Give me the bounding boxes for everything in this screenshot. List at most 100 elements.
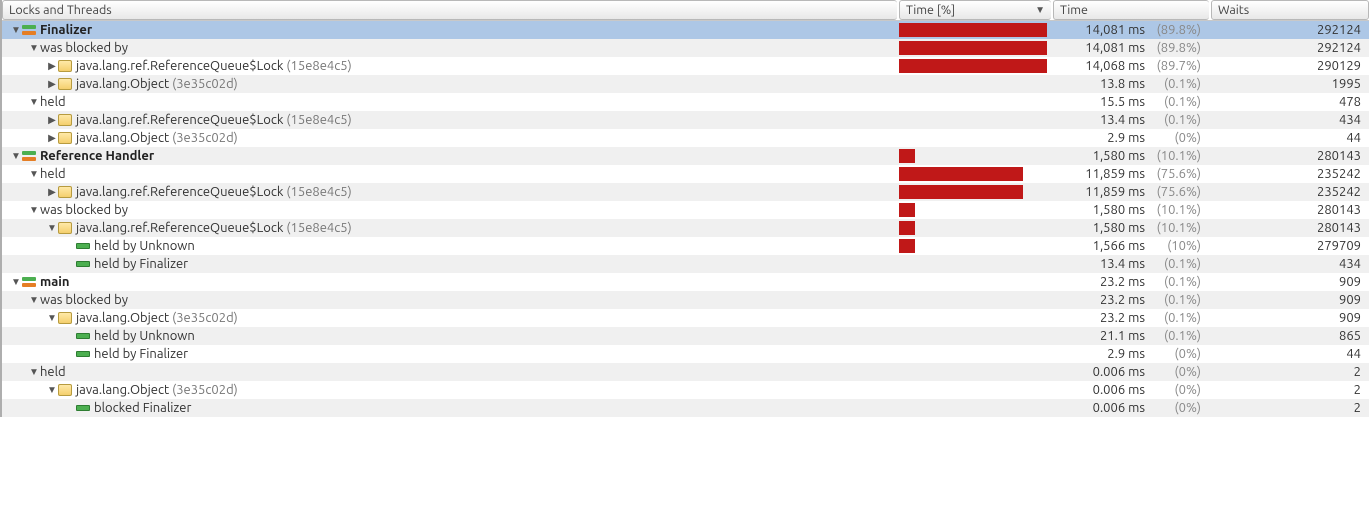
- table-row[interactable]: ▼Finalizer14,081 ms(89.8%)292124: [2, 21, 1369, 39]
- expand-collapse-icon[interactable]: ▶: [46, 114, 58, 126]
- time-percent-bar: [897, 273, 1051, 291]
- time-cell: 0.006 ms(0%): [1051, 399, 1207, 417]
- time-percent-bar: [897, 327, 1051, 345]
- name-cell[interactable]: blocked Finalizer: [2, 399, 897, 417]
- time-percent-bar: [897, 93, 1051, 111]
- expand-collapse-icon[interactable]: ▼: [28, 168, 40, 180]
- name-cell[interactable]: ▶java.lang.Object (3e35c02d): [2, 75, 897, 93]
- header-time-percent[interactable]: Time [%] ▼: [899, 0, 1051, 20]
- waits-cell: 290129: [1207, 57, 1369, 75]
- table-row[interactable]: ▼was blocked by 1,580 ms(10.1%)280143: [2, 201, 1369, 219]
- expand-collapse-icon[interactable]: ▼: [46, 222, 58, 234]
- row-label: java.lang.ref.ReferenceQueue$Lock (15e8e…: [76, 185, 352, 199]
- time-percent-bar: [897, 147, 1051, 165]
- name-cell[interactable]: ▼java.lang.ref.ReferenceQueue$Lock (15e8…: [2, 219, 897, 237]
- expand-collapse-icon[interactable]: ▶: [46, 60, 58, 72]
- table-row[interactable]: ▼Reference Handler1,580 ms(10.1%)280143: [2, 147, 1369, 165]
- table-row[interactable]: ▼held15.5 ms(0.1%)478: [2, 93, 1369, 111]
- name-cell[interactable]: ▼main: [2, 273, 897, 291]
- time-cell: 1,580 ms(10.1%): [1051, 201, 1207, 219]
- waits-cell: 280143: [1207, 147, 1369, 165]
- class-icon: [58, 312, 72, 324]
- row-label: java.lang.Object (3e35c02d): [76, 311, 238, 325]
- class-icon: [58, 186, 72, 198]
- waits-cell: 235242: [1207, 165, 1369, 183]
- table-row[interactable]: ▼was blocked by14,081 ms(89.8%)292124: [2, 39, 1369, 57]
- name-cell[interactable]: ▼was blocked by: [2, 291, 897, 309]
- locks-and-threads-panel: Locks and Threads Time [%] ▼ Time Waits …: [0, 0, 1369, 417]
- table-row[interactable]: held by Finalizer13.4 ms(0.1%)434: [2, 255, 1369, 273]
- header-waits[interactable]: Waits: [1211, 0, 1369, 20]
- table-row[interactable]: held by Finalizer 2.9 ms(0%)44: [2, 345, 1369, 363]
- table-row[interactable]: ▼was blocked by23.2 ms(0.1%)909: [2, 291, 1369, 309]
- name-cell[interactable]: ▶java.lang.ref.ReferenceQueue$Lock (15e8…: [2, 57, 897, 75]
- time-percent-bar: [897, 111, 1051, 129]
- time-percent-bar: [897, 75, 1051, 93]
- waits-cell: 44: [1207, 129, 1369, 147]
- row-label: was blocked by: [40, 203, 128, 217]
- class-icon: [58, 222, 72, 234]
- expand-collapse-icon[interactable]: ▼: [10, 276, 22, 288]
- expand-collapse-icon[interactable]: ▶: [46, 78, 58, 90]
- time-cell: 0.006 ms(0%): [1051, 363, 1207, 381]
- row-label: Finalizer: [40, 23, 92, 37]
- table-row[interactable]: ▶ java.lang.ref.ReferenceQueue$Lock (15e8…: [2, 183, 1369, 201]
- name-cell[interactable]: ▼held: [2, 165, 897, 183]
- name-cell[interactable]: ▼ Finalizer: [2, 21, 897, 39]
- lock-held-icon: [76, 351, 90, 357]
- time-cell: 23.2 ms(0.1%): [1051, 273, 1207, 291]
- row-label: was blocked by: [40, 41, 128, 55]
- table-row[interactable]: blocked Finalizer0.006 ms(0%)2: [2, 399, 1369, 417]
- table-row[interactable]: held by Unknown1,566 ms(10%)279709: [2, 237, 1369, 255]
- name-cell[interactable]: held by Unknown: [2, 237, 897, 255]
- name-cell[interactable]: ▶ java.lang.ref.ReferenceQueue$Lock (15e8…: [2, 183, 897, 201]
- time-percent-bar: [897, 399, 1051, 417]
- table-row[interactable]: held by Unknown21.1 ms(0.1%)865: [2, 327, 1369, 345]
- table-row[interactable]: ▶java.lang.Object (3e35c02d)2.9 ms(0%)44: [2, 129, 1369, 147]
- name-cell[interactable]: held by Finalizer: [2, 255, 897, 273]
- name-cell[interactable]: ▼was blocked by: [2, 201, 897, 219]
- expand-collapse-icon[interactable]: ▼: [28, 366, 40, 378]
- name-cell[interactable]: ▶java.lang.ref.ReferenceQueue$Lock (15e8…: [2, 111, 897, 129]
- row-label: held: [40, 365, 66, 379]
- waits-cell: 434: [1207, 255, 1369, 273]
- expand-collapse-icon[interactable]: ▶: [46, 186, 58, 198]
- waits-cell: 280143: [1207, 201, 1369, 219]
- name-cell[interactable]: held by Unknown: [2, 327, 897, 345]
- waits-cell: 909: [1207, 309, 1369, 327]
- expand-collapse-icon[interactable]: ▼: [28, 42, 40, 54]
- table-row[interactable]: ▶java.lang.ref.ReferenceQueue$Lock (15e8…: [2, 57, 1369, 75]
- expand-collapse-icon[interactable]: ▼: [28, 294, 40, 306]
- expand-collapse-icon[interactable]: ▼: [28, 96, 40, 108]
- expand-collapse-icon[interactable]: ▼: [46, 312, 58, 324]
- table-row[interactable]: ▼java.lang.Object (3e35c02d)23.2 ms(0.1%…: [2, 309, 1369, 327]
- table-row[interactable]: ▼main23.2 ms(0.1%)909: [2, 273, 1369, 291]
- header-time[interactable]: Time: [1053, 0, 1209, 20]
- name-cell[interactable]: ▼ java.lang.Object (3e35c02d): [2, 309, 897, 327]
- expand-collapse-icon[interactable]: ▼: [46, 384, 58, 396]
- row-label: held by Unknown: [94, 329, 195, 343]
- name-cell[interactable]: ▼java.lang.Object (3e35c02d): [2, 381, 897, 399]
- expand-collapse-icon[interactable]: ▶: [46, 132, 58, 144]
- name-cell[interactable]: ▼was blocked by: [2, 39, 897, 57]
- table-row[interactable]: ▶java.lang.Object (3e35c02d)13.8 ms(0.1%…: [2, 75, 1369, 93]
- expand-collapse-icon[interactable]: ▼: [10, 24, 22, 36]
- expand-collapse-icon[interactable]: ▼: [28, 204, 40, 216]
- table-row[interactable]: ▼java.lang.Object (3e35c02d)0.006 ms(0%)…: [2, 381, 1369, 399]
- name-cell[interactable]: held by Finalizer: [2, 345, 897, 363]
- time-percent-bar: [897, 381, 1051, 399]
- expand-collapse-icon[interactable]: ▼: [10, 150, 22, 162]
- table-header: Locks and Threads Time [%] ▼ Time Waits: [2, 0, 1369, 21]
- thread-icon: [22, 151, 36, 161]
- header-name[interactable]: Locks and Threads: [2, 0, 897, 20]
- name-cell[interactable]: ▶java.lang.Object (3e35c02d): [2, 129, 897, 147]
- waits-cell: 44: [1207, 345, 1369, 363]
- table-row[interactable]: ▼held0.006 ms(0%)2: [2, 363, 1369, 381]
- name-cell[interactable]: ▼held: [2, 93, 897, 111]
- name-cell[interactable]: ▼Reference Handler: [2, 147, 897, 165]
- table-row[interactable]: ▼java.lang.ref.ReferenceQueue$Lock (15e8…: [2, 219, 1369, 237]
- table-row[interactable]: ▼held11,859 ms(75.6%)235242: [2, 165, 1369, 183]
- name-cell[interactable]: ▼held: [2, 363, 897, 381]
- time-cell: 2.9 ms(0%): [1051, 345, 1207, 363]
- table-row[interactable]: ▶java.lang.ref.ReferenceQueue$Lock (15e8…: [2, 111, 1369, 129]
